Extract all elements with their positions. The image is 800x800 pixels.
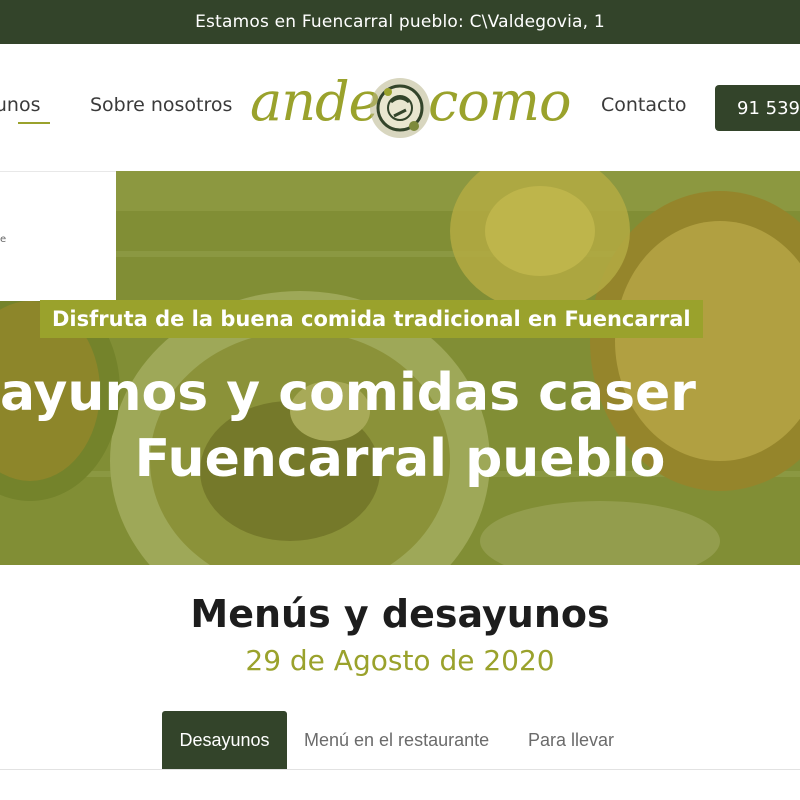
nav-link-sobre-nosotros[interactable]: Sobre nosotros (90, 94, 232, 116)
logo-emblem-icon (370, 78, 430, 138)
phone-button[interactable]: 91 539 (715, 85, 800, 131)
hero-heading: ayunos y comidas caser Fuencarral pueblo (0, 360, 800, 492)
tab-desayunos[interactable]: Desayunos (162, 711, 287, 769)
nav-link-contacto[interactable]: Contacto (601, 94, 687, 116)
nav-link-desayunos[interactable]: ayunos (0, 94, 41, 116)
top-announcement-bar: Estamos en Fuencarral pueblo: C\Valdegov… (0, 0, 800, 44)
hero-tagline-badge: Disfruta de la buena comida tradicional … (40, 300, 703, 338)
dropdown-partial-text: e (0, 234, 7, 245)
site-logo[interactable]: ande como (248, 66, 571, 150)
nav-dropdown-panel: e (0, 171, 116, 301)
menus-section-title: Menús y desayunos (190, 592, 610, 636)
site-header: ayunos Sobre nosotros ande como Contacto… (0, 44, 800, 171)
hero-heading-line-1: ayunos y comidas caser (0, 363, 696, 423)
logo-word-como: como (428, 70, 571, 133)
hero-heading-line-2: Fuencarral pueblo (134, 429, 666, 489)
logo-word-ande: ande (250, 70, 380, 133)
menu-tabs: Desayunos Menú en el restaurante Para ll… (0, 711, 800, 771)
tabs-divider (0, 769, 800, 770)
nav-active-underline (18, 122, 50, 124)
announcement-text: Estamos en Fuencarral pueblo: C\Valdegov… (195, 12, 605, 32)
tab-para-llevar[interactable]: Para llevar (528, 711, 614, 769)
tab-menu-restaurante[interactable]: Menú en el restaurante (304, 711, 489, 769)
menus-section-date: 29 de Agosto de 2020 (245, 644, 555, 677)
